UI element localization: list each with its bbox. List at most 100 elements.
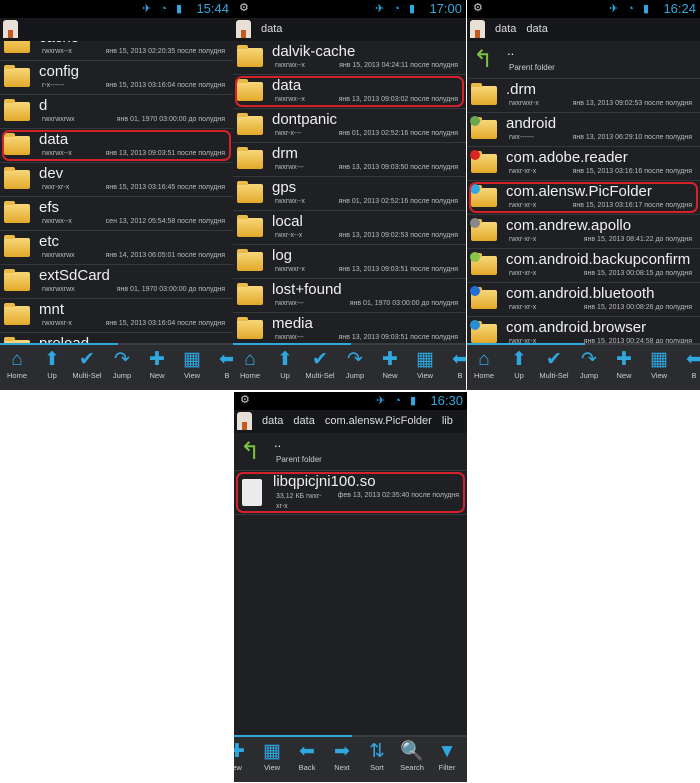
toolbar-button-next[interactable]: ➡ Next xyxy=(325,741,359,772)
status-time: 17:00 xyxy=(429,1,462,16)
toolbar-button-up[interactable]: ⬆ Up xyxy=(268,349,302,380)
toolbar-button-back[interactable]: ⬅ Back xyxy=(290,741,324,772)
breadcrumb-item[interactable]: data xyxy=(495,23,516,35)
toolbar-button-jump[interactable]: ↷ Jump xyxy=(572,349,606,380)
breadcrumb-item[interactable]: com.alensw.PicFolder xyxy=(325,415,432,427)
toolbar-button-view[interactable]: ▦ View xyxy=(255,741,289,772)
item-name: .drm xyxy=(506,81,536,98)
list-item[interactable]: com.android.bluetooth rwxr-xr-x янв 15, 20… xyxy=(467,283,700,317)
list-item[interactable]: config r-x------ янв 15, 2013 03:16:04 пос… xyxy=(0,61,233,95)
toolbar-button-b[interactable]: ⬅ B xyxy=(210,349,233,380)
toolbar-button-search[interactable]: 🔍 Search xyxy=(395,741,429,772)
up-arrow-icon: ⬆ xyxy=(277,349,293,370)
toolbar-button-view[interactable]: ▦ View xyxy=(408,349,442,380)
list-item[interactable]: extSdCard rwxrwxrwx янв 01, 1970 03:00:00 … xyxy=(0,265,233,299)
item-date: фев 13, 2013 02:35:40 после полудня xyxy=(337,492,459,499)
item-name: libqpicjni100.so xyxy=(273,473,376,490)
file-list[interactable]: ↰.. Parent folder libqpicjni100.so 33,12 КБ… xyxy=(234,433,467,737)
list-item[interactable]: etc rwxrwxrwx янв 14, 2013 06:05:01 после … xyxy=(0,231,233,265)
list-item[interactable]: mnt rwxrwxr-x янв 15, 2013 03:16:04 после … xyxy=(0,299,233,333)
list-item[interactable]: gps rwxrwx--x янв 01, 2013 02:52:16 после … xyxy=(233,177,466,211)
list-item[interactable]: media rwxrwx--- янв 13, 2013 09:03:51 посл… xyxy=(233,313,466,345)
folder-icon xyxy=(471,83,497,105)
jump-arrow-icon: ↷ xyxy=(114,349,130,370)
list-item[interactable]: com.android.backupconfirm rwxr-xr-x янв 15… xyxy=(467,249,700,283)
toolbar-button-new[interactable]: ✚ New xyxy=(607,349,641,380)
breadcrumb-item[interactable]: lib xyxy=(442,415,453,427)
toolbar-button-view[interactable]: ▦ View xyxy=(642,349,676,380)
toolbar-button-multi-sel[interactable]: ✔ Multi-Sel xyxy=(70,349,104,380)
toolbar-label: Jump xyxy=(345,371,365,380)
breadcrumb-item[interactable]: data xyxy=(262,415,283,427)
home-icon[interactable] xyxy=(236,20,251,38)
status-bar: ⚙ ✈ ◔ ▮ 17:00 xyxy=(233,0,466,18)
toolbar-button-b[interactable]: ⬅ B xyxy=(677,349,700,380)
list-item[interactable]: log rwxrwxr-x янв 13, 2013 09:03:51 после … xyxy=(233,245,466,279)
toolbar-button-home[interactable]: ⌂ Home xyxy=(467,349,501,380)
item-permissions: rwxrwxrwx xyxy=(42,286,75,293)
toolbar-button-view[interactable]: ▦ View xyxy=(175,349,209,380)
breadcrumb-item[interactable]: data xyxy=(526,23,547,35)
list-item[interactable]: com.alensw.PicFolder rwxr-xr-x янв 15, 201… xyxy=(467,181,700,215)
breadcrumb-item[interactable]: data xyxy=(261,23,282,35)
list-item[interactable]: com.andrew.apollo rwxr-xr-x янв 15, 2013 0… xyxy=(467,215,700,249)
item-date: янв 13, 2013 09:03:02 после полудня xyxy=(338,96,458,103)
list-item[interactable]: local rwxr-x--x янв 13, 2013 09:02:53 посл… xyxy=(233,211,466,245)
item-permissions: rwx------ xyxy=(509,134,534,141)
list-item[interactable]: cache rwxrwx--x янв 15, 2013 02:20:35 посл… xyxy=(0,41,233,61)
item-permissions: r-x------ xyxy=(42,82,65,89)
breadcrumb-item[interactable]: data xyxy=(293,415,314,427)
toolbar-button-home[interactable]: ⌂ Home xyxy=(0,349,34,380)
toolbar-label: Up xyxy=(47,371,57,380)
toolbar-button-multi-sel[interactable]: ✔ Multi-Sel xyxy=(303,349,337,380)
item-date: янв 15, 2013 03:16:04 после полудня xyxy=(105,320,225,327)
toolbar-button-new[interactable]: ✚ New xyxy=(373,349,407,380)
toolbar-button-up[interactable]: ⬆ Up xyxy=(35,349,69,380)
toolbar-button-up[interactable]: ⬆ Up xyxy=(502,349,536,380)
list-item[interactable]: data rwxrwx--x янв 13, 2013 09:03:02 после… xyxy=(233,75,466,109)
toolbar-button-jump[interactable]: ↷ Jump xyxy=(105,349,139,380)
folder-icon xyxy=(4,303,30,325)
next-arrow-icon: ➡ xyxy=(334,741,350,762)
file-list[interactable]: ↰.. Parent folder .drm rwxrwxr-x янв 13, 201… xyxy=(467,41,700,345)
bottom-toolbar: ⌂ Home ⬆ Up ✔ Multi-Sel ↷ Jump ✚ New ▦ View ⬅ B xyxy=(467,343,700,390)
checkmark-icon: ✔ xyxy=(79,349,95,370)
item-name: dontpanic xyxy=(272,111,338,128)
list-item[interactable]: libqpicjni100.so 33,12 КБ rwxr-xr-x фев 13… xyxy=(234,471,467,515)
screen-root: ✈ ◔ ▮ 15:44 cache rwxrwx--x янв 15, 2013 02:… xyxy=(0,0,233,390)
list-item[interactable]: d rwxrwxrwx янв 01, 1970 03:00:00 до полуд… xyxy=(0,95,233,129)
toolbar-button-home[interactable]: ⌂ Home xyxy=(233,349,267,380)
list-item[interactable]: drm rwxrwx--- янв 13, 2013 09:03:50 после … xyxy=(233,143,466,177)
toolbar-button-filter[interactable]: ▼ Filter xyxy=(430,741,464,772)
item-permissions: rwxrwx--x xyxy=(42,150,72,157)
toolbar-button-jump[interactable]: ↷ Jump xyxy=(338,349,372,380)
folder-icon xyxy=(237,147,263,169)
list-item[interactable]: .drm rwxrwxr-x янв 13, 2013 09:02:53 после… xyxy=(467,79,700,113)
parent-folder-item[interactable]: ↰.. Parent folder xyxy=(467,41,700,79)
toolbar-button-multi-sel[interactable]: ✔ Multi-Sel xyxy=(537,349,571,380)
list-item[interactable]: lost+found rwxrwx--- янв 01, 1970 03:00:00… xyxy=(233,279,466,313)
home-icon[interactable] xyxy=(470,20,485,38)
item-permissions: rwxrwx--x xyxy=(275,198,305,205)
list-item[interactable]: android rwx------ янв 13, 2013 06:29:10 по… xyxy=(467,113,700,147)
home-icon[interactable] xyxy=(3,20,18,38)
list-item[interactable]: data rwxrwx--x янв 13, 2013 09:03:51 после… xyxy=(0,129,233,163)
item-permissions: rwxr-xr-x xyxy=(509,168,537,175)
file-list[interactable]: cache rwxrwx--x янв 15, 2013 02:20:35 посл… xyxy=(0,41,233,345)
folder-icon xyxy=(4,99,30,121)
home-icon[interactable] xyxy=(237,412,252,430)
list-item[interactable]: dontpanic rwxr-x--- янв 01, 2013 02:52:16 … xyxy=(233,109,466,143)
list-item[interactable]: dev rwxr-xr-x янв 15, 2013 03:16:45 после … xyxy=(0,163,233,197)
parent-folder-item[interactable]: ↰.. Parent folder xyxy=(234,433,467,471)
toolbar-label: B xyxy=(691,371,697,380)
toolbar-button-new[interactable]: ✚ New xyxy=(140,349,174,380)
list-item[interactable]: com.adobe.reader rwxr-xr-x янв 15, 2013 03… xyxy=(467,147,700,181)
toolbar-button-ew[interactable]: ✚ ew xyxy=(234,741,254,772)
toolbar-button-b[interactable]: ⬅ B xyxy=(443,349,466,380)
list-item[interactable]: com.android.browser rwxr-xr-x янв 15, 2013… xyxy=(467,317,700,345)
list-item[interactable]: dalvik-cache rwxrwx--x янв 15, 2013 04:24:… xyxy=(233,41,466,75)
list-item[interactable]: efs rwxrwx--x сен 13, 2012 05:54:58 после … xyxy=(0,197,233,231)
toolbar-button-sort[interactable]: ⇅ Sort xyxy=(360,741,394,772)
item-permissions: rwxrwxr-x xyxy=(275,266,305,273)
file-list[interactable]: dalvik-cache rwxrwx--x янв 15, 2013 04:24:… xyxy=(233,41,466,345)
